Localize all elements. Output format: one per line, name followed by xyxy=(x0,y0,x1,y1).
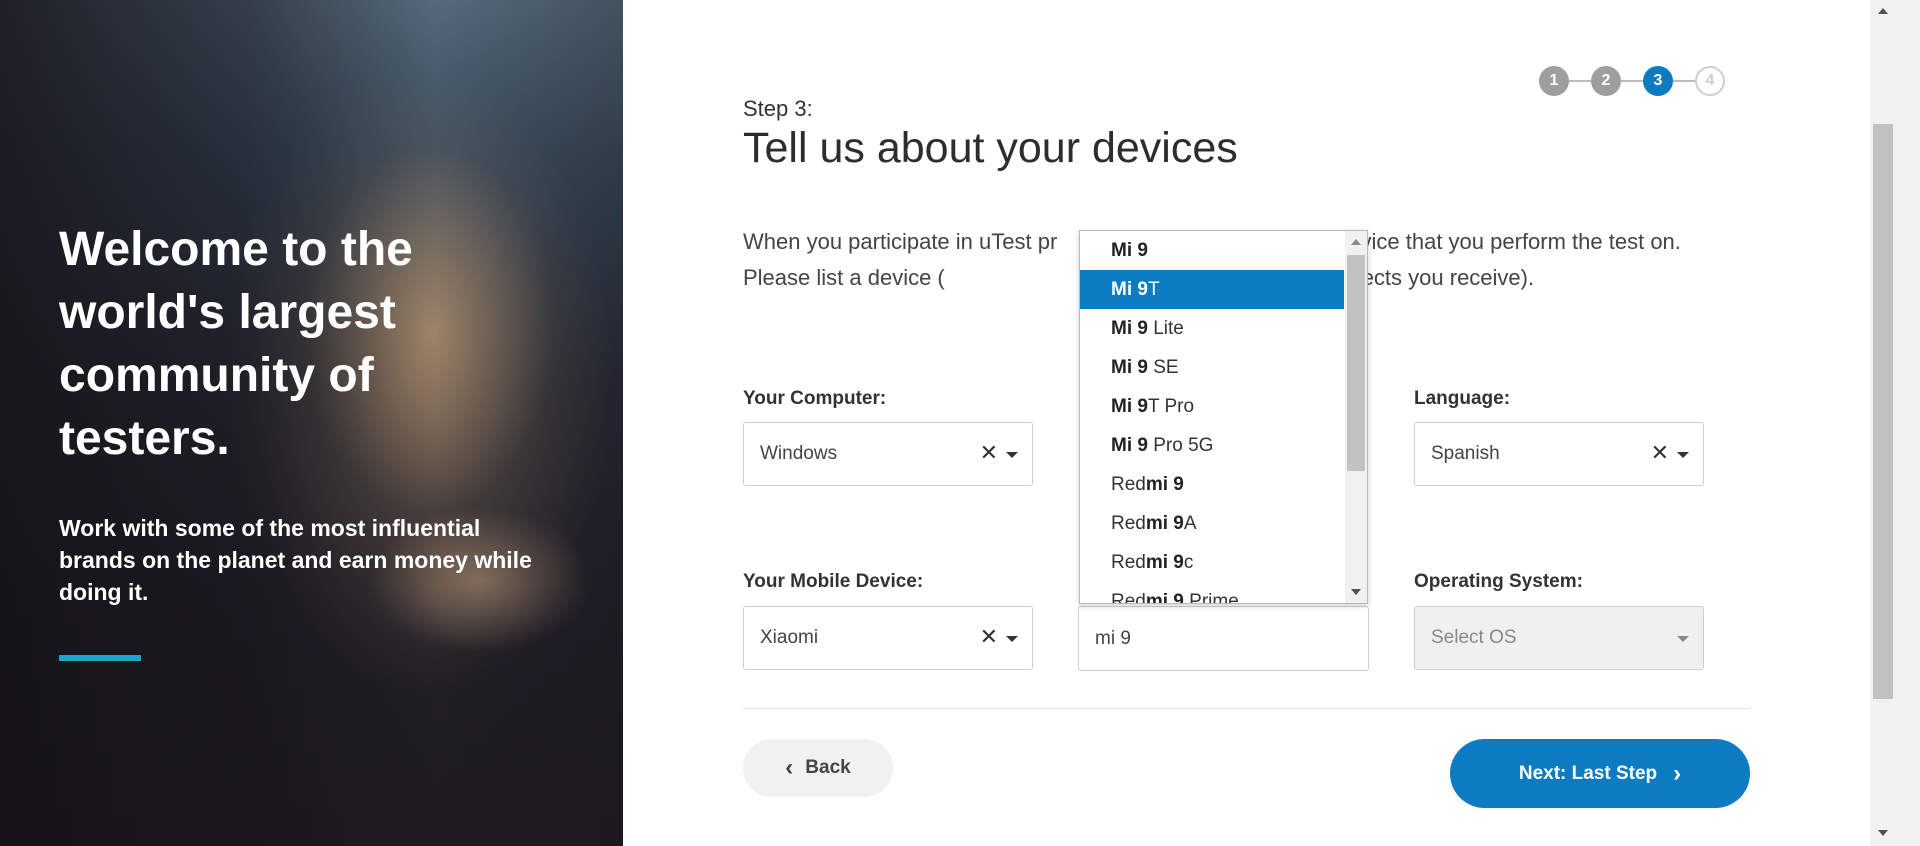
clear-icon[interactable]: ✕ xyxy=(980,440,998,466)
back-label: Back xyxy=(805,757,851,778)
page-title: Tell us about your devices xyxy=(743,124,1238,172)
page-scroll-thumb[interactable] xyxy=(1873,124,1893,699)
mobile-device-select[interactable]: Xiaomi ✕ xyxy=(743,606,1033,670)
step-connector xyxy=(1621,80,1643,82)
dropdown-option-highlighted[interactable]: Mi 9T xyxy=(1080,270,1344,309)
model-dropdown-list: Mi 9 Mi 9T Mi 9 Lite Mi 9 SE Mi 9T Pro M… xyxy=(1080,231,1344,603)
model-search-input[interactable] xyxy=(1078,606,1369,671)
dropdown-option[interactable]: Mi 9 xyxy=(1080,231,1344,270)
scroll-down-icon[interactable] xyxy=(1351,589,1361,595)
hero-panel: Welcome to the world's largest community… xyxy=(0,0,623,846)
dropdown-option[interactable]: Mi 9T Pro xyxy=(1080,387,1344,426)
dropdown-option[interactable]: Redmi 9 Prime xyxy=(1080,582,1344,603)
scroll-up-icon[interactable] xyxy=(1351,239,1361,245)
step-2: 2 xyxy=(1591,66,1621,96)
hero-title: Welcome to the world's largest community… xyxy=(59,223,413,465)
operating-system-label: Operating System: xyxy=(1414,571,1583,592)
step-3: 3 xyxy=(1643,66,1673,96)
scroll-down-icon[interactable] xyxy=(1878,830,1888,836)
chevron-down-icon[interactable] xyxy=(1006,636,1018,642)
dropdown-option[interactable]: Mi 9 Pro 5G xyxy=(1080,426,1344,465)
step-connector xyxy=(1673,80,1695,82)
step-label: Step 3: xyxy=(743,96,813,121)
dropdown-option[interactable]: Mi 9 SE xyxy=(1080,348,1344,387)
chevron-right-icon: › xyxy=(1673,759,1682,787)
step-connector xyxy=(1569,80,1591,82)
progress-stepper: 1 2 3 4 xyxy=(1539,65,1725,97)
computer-select[interactable]: Windows ✕ xyxy=(743,422,1033,486)
computer-value: Windows xyxy=(760,443,838,464)
clear-icon[interactable]: ✕ xyxy=(980,624,998,650)
mobile-device-value: Xiaomi xyxy=(760,627,819,648)
dropdown-scrollbar[interactable] xyxy=(1345,231,1367,603)
language-label: Language: xyxy=(1414,388,1511,409)
chevron-down-icon[interactable] xyxy=(1677,636,1689,642)
chevron-down-icon[interactable] xyxy=(1677,452,1689,458)
mobile-device-label: Your Mobile Device: xyxy=(743,571,924,592)
operating-system-placeholder: Select OS xyxy=(1431,627,1517,648)
language-select[interactable]: Spanish ✕ xyxy=(1414,422,1704,486)
dropdown-option[interactable]: Redmi 9c xyxy=(1080,543,1344,582)
dropdown-option[interactable]: Redmi 9A xyxy=(1080,504,1344,543)
chevron-left-icon: ‹ xyxy=(785,754,794,781)
back-button[interactable]: ‹ Back xyxy=(743,739,893,797)
chevron-down-icon[interactable] xyxy=(1006,452,1018,458)
language-value: Spanish xyxy=(1431,443,1500,464)
next-button[interactable]: Next: Last Step › xyxy=(1450,739,1750,808)
next-label: Next: Last Step xyxy=(1518,762,1658,784)
computer-label: Your Computer: xyxy=(743,388,887,409)
clear-icon[interactable]: ✕ xyxy=(1651,440,1669,466)
operating-system-select[interactable]: Select OS xyxy=(1414,606,1704,670)
divider xyxy=(743,708,1750,709)
dropdown-option[interactable]: Redmi 9 xyxy=(1080,465,1344,504)
hero-subtitle: Work with some of the most influential b… xyxy=(59,515,532,605)
dropdown-option[interactable]: Mi 9 Lite xyxy=(1080,309,1344,348)
step-4: 4 xyxy=(1695,66,1725,96)
scroll-up-icon[interactable] xyxy=(1878,8,1888,14)
hero-accent-bar xyxy=(59,655,141,661)
dropdown-scroll-thumb[interactable] xyxy=(1347,255,1365,471)
step-1: 1 xyxy=(1539,66,1569,96)
model-dropdown[interactable]: Mi 9 Mi 9T Mi 9 Lite Mi 9 SE Mi 9T Pro M… xyxy=(1079,230,1368,604)
